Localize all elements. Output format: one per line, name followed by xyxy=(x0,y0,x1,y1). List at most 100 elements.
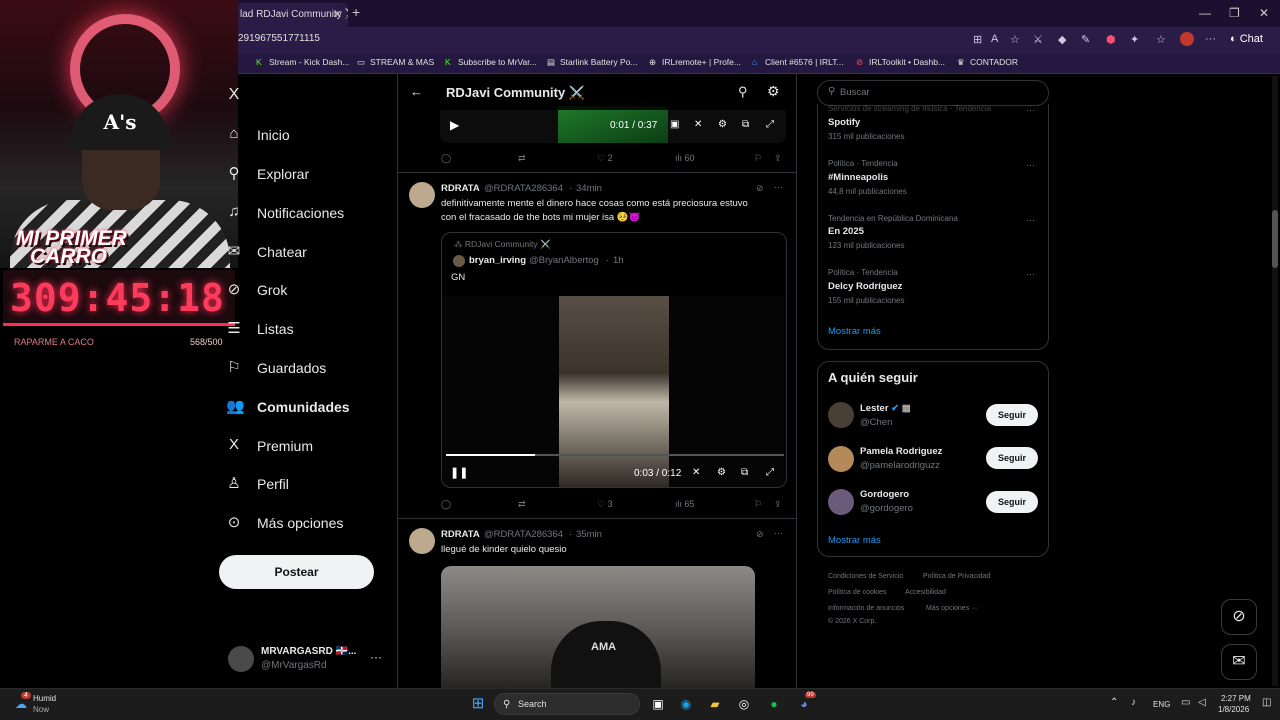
post-avatar[interactable] xyxy=(409,528,435,554)
extension-rocket-icon[interactable]: ✎ xyxy=(1081,33,1090,46)
network-icon[interactable]: ▭ xyxy=(1181,697,1190,708)
pip-icon[interactable]: ⧉ xyxy=(742,119,749,130)
footer-link[interactable]: Política de Privacidad xyxy=(923,573,990,580)
quote-video[interactable]: ❚❚ 0:03 / 0:12 ✕ ⚙ ⧉ ⤢ xyxy=(442,296,786,487)
footer-link[interactable]: Condiciones de Servicio xyxy=(828,573,903,580)
copilot-chat-button[interactable]: ◐ Chat xyxy=(1230,33,1263,45)
bookmark-7[interactable]: ⊘ IRLToolkit • Dashb... xyxy=(856,57,945,68)
post-author[interactable]: RDRATA xyxy=(441,529,480,540)
microphone-icon[interactable]: ♪ xyxy=(1131,697,1136,708)
app-available-icon[interactable]: ⊞ xyxy=(973,33,982,46)
views-stat[interactable]: ılı 60 xyxy=(675,153,695,163)
like-button[interactable]: ♡ 2 xyxy=(597,153,613,164)
like-button[interactable]: ♡ 3 xyxy=(597,499,613,510)
x-logo[interactable]: X xyxy=(222,85,242,109)
trend-name[interactable]: Delcy Rodríguez xyxy=(828,281,902,292)
post-avatar[interactable] xyxy=(409,182,435,208)
extensions-puzzle-icon[interactable]: ✦ xyxy=(1130,33,1139,46)
minimize-icon[interactable]: — xyxy=(1199,6,1211,20)
weather-label[interactable]: Humid xyxy=(33,694,56,703)
post-more-icon[interactable]: ··· xyxy=(774,182,783,192)
show-more-follow[interactable]: Mostrar más xyxy=(828,535,881,546)
bookmark-8[interactable]: ♛ CONTADOR xyxy=(957,57,1018,68)
profile-avatar[interactable] xyxy=(1180,32,1194,46)
bookmark-4[interactable]: ▤ Starlink Battery Po... xyxy=(547,57,637,68)
browser-tab[interactable]: lad RDJavi Community ⚔️ ✕ xyxy=(236,3,348,27)
pip-icon[interactable]: ⧉ xyxy=(741,467,748,478)
play-icon[interactable]: ▶ xyxy=(450,118,459,132)
follow-avatar[interactable] xyxy=(828,446,854,472)
trend-more-icon[interactable]: ··· xyxy=(1026,105,1035,115)
post-image[interactable]: AMA xyxy=(441,566,755,688)
follow-name[interactable]: Pamela Rodriguez xyxy=(860,446,942,457)
bookmark-5[interactable]: ⊕ IRLremote+ | Profe... xyxy=(649,57,741,68)
trend-more-icon[interactable]: ··· xyxy=(1026,269,1035,279)
clock-date[interactable]: 1/8/2026 xyxy=(1218,705,1249,714)
fullscreen-icon[interactable]: ⤢ xyxy=(766,467,774,478)
bookmark-3[interactable]: K Subscribe to MrVar... xyxy=(445,57,537,67)
post-handle[interactable]: @RDRATA286364 xyxy=(484,183,563,194)
grok-post-icon[interactable]: ⊘ xyxy=(756,183,764,194)
new-tab-icon[interactable]: + xyxy=(352,4,360,20)
scrollbar-thumb[interactable] xyxy=(1272,210,1278,268)
repost-icon[interactable]: ⇄ xyxy=(518,153,526,164)
extension-shield-icon[interactable]: ⬢ xyxy=(1106,33,1116,46)
messages-fab[interactable]: ✉ xyxy=(1221,644,1257,680)
bookmark-6[interactable]: ⌂ Client #6576 | IRLT... xyxy=(752,57,844,67)
footer-link[interactable]: Accesibilidad xyxy=(905,589,946,596)
edge-icon[interactable]: ◉ xyxy=(677,695,695,713)
close-tab-icon[interactable]: ✕ xyxy=(333,8,342,21)
mute-icon[interactable]: ✕ xyxy=(694,119,702,130)
account-more-icon[interactable]: ··· xyxy=(370,650,382,664)
trend-more-icon[interactable]: ··· xyxy=(1026,160,1035,170)
settings-gear-icon[interactable]: ⚙ xyxy=(767,83,780,100)
follow-button[interactable]: Seguir xyxy=(986,491,1038,513)
favorites-icon[interactable]: ☆ xyxy=(1156,33,1166,46)
maximize-icon[interactable]: ❐ xyxy=(1229,6,1240,20)
close-window-icon[interactable]: ✕ xyxy=(1259,6,1269,20)
favorite-star-icon[interactable]: ☆ xyxy=(1010,33,1020,46)
settings-icon[interactable]: ⚙ xyxy=(718,119,727,130)
follow-button[interactable]: Seguir xyxy=(986,447,1038,469)
post-handle[interactable]: @RDRATA286364 xyxy=(484,529,563,540)
reply-icon[interactable]: ◯ xyxy=(441,499,451,510)
show-more-trends[interactable]: Mostrar más xyxy=(828,326,881,337)
trend-name[interactable]: #Minneapolis xyxy=(828,172,888,183)
trend-name[interactable]: En 2025 xyxy=(828,226,864,237)
more-menu-icon[interactable]: ··· xyxy=(1205,33,1216,45)
bookmark-icon[interactable]: ⚐ xyxy=(754,153,762,164)
post-button[interactable]: Postear xyxy=(219,555,374,589)
extension-diamond-icon[interactable]: ◆ xyxy=(1058,33,1066,46)
share-icon[interactable]: ⇪ xyxy=(774,499,782,510)
views-stat[interactable]: ılı 65 xyxy=(675,499,695,509)
trend-name[interactable]: Spotify xyxy=(828,117,860,128)
fullscreen-icon[interactable]: ⤢ xyxy=(766,119,774,130)
file-explorer-icon[interactable]: ▰ xyxy=(706,695,724,713)
start-windows-icon[interactable]: ⊞ xyxy=(469,695,487,713)
quoted-post[interactable]: ⁂ RDJavi Community ⚔️ bryan_irving @Brya… xyxy=(441,232,787,488)
grok-fab[interactable]: ⊘ xyxy=(1221,599,1257,635)
url-field[interactable]: 291967551771115 xyxy=(238,33,320,44)
taskbar-search[interactable] xyxy=(494,693,640,715)
notifications-icon[interactable]: ◫ xyxy=(1262,697,1271,708)
post-more-icon[interactable]: ··· xyxy=(774,528,783,538)
clock-time[interactable]: 2:27 PM xyxy=(1221,694,1251,703)
settings-icon[interactable]: ⚙ xyxy=(717,467,726,478)
back-arrow-icon[interactable]: ← xyxy=(410,84,423,99)
task-view-icon[interactable]: ▣ xyxy=(649,695,667,713)
post-author[interactable]: RDRATA xyxy=(441,183,480,194)
tray-chevron-icon[interactable]: ⌃ xyxy=(1110,697,1118,708)
repost-icon[interactable]: ⇄ xyxy=(518,499,526,510)
follow-button[interactable]: Seguir xyxy=(986,404,1038,426)
search-icon[interactable]: ⚲ xyxy=(738,84,748,100)
bookmark-icon[interactable]: ⚐ xyxy=(754,499,762,510)
footer-link[interactable]: Política de cookies xyxy=(828,589,886,596)
reply-icon[interactable]: ◯ xyxy=(441,153,451,164)
footer-link[interactable]: Información de anuncios xyxy=(828,605,904,612)
captions-icon[interactable]: ▣ xyxy=(670,119,679,130)
extension-icon[interactable]: ⚔ xyxy=(1033,33,1043,46)
post-time[interactable]: 35min xyxy=(576,529,602,540)
volume-icon[interactable]: ◁ xyxy=(1198,697,1206,708)
spotify-icon[interactable]: ● xyxy=(765,695,783,713)
grok-post-icon[interactable]: ⊘ xyxy=(756,529,764,540)
